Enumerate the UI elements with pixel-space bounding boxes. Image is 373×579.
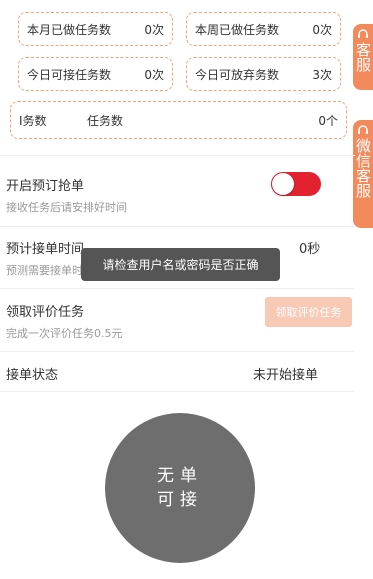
circle-line2: 可接 <box>157 490 203 510</box>
divider <box>0 391 355 392</box>
start-order-button[interactable]: 无单 可接 <box>105 413 255 563</box>
booking-subtitle: 接收任务后请安排好时间 <box>6 201 127 214</box>
error-toast: 请检查用户名或密码是否正确 <box>81 248 280 281</box>
wechat-service-tab[interactable]: 微信客服 <box>353 120 373 228</box>
stat-value: 0次 <box>312 22 332 37</box>
circle-line1: 无单 <box>157 466 203 486</box>
stat-label: 今日可放弃务数 <box>195 67 280 82</box>
stat-wide: I务数 任务数 0个 <box>10 101 347 139</box>
status-label: 接单状态 <box>6 368 59 383</box>
divider <box>0 351 355 352</box>
booking-title: 开启预订抢单 <box>6 179 85 194</box>
divider <box>0 226 355 227</box>
claim-evaluation-button[interactable]: 领取评价任务 <box>265 297 352 327</box>
divider <box>0 155 355 156</box>
stat-month-tasks: 本月已做任务数 0次 <box>18 12 173 46</box>
toggle-knob <box>272 173 294 195</box>
evaluation-title: 领取评价任务 <box>6 305 85 320</box>
headset-icon <box>358 125 368 134</box>
stat-value: 0次 <box>144 67 164 82</box>
stat-value: 0次 <box>144 22 164 37</box>
estimate-title: 预计接单时间 <box>6 242 85 257</box>
stat-label: 本周已做任务数 <box>195 22 280 37</box>
stat-value: 3次 <box>312 67 332 82</box>
estimate-value: 0秒 <box>299 242 321 257</box>
customer-service-tab[interactable]: 客服 <box>353 24 373 90</box>
evaluation-subtitle: 完成一次评价任务0.5元 <box>6 327 123 340</box>
customer-service-label: 客服 <box>354 42 372 72</box>
wechat-service-label: 微信客服 <box>354 138 372 198</box>
stat-week-tasks: 本周已做任务数 0次 <box>186 12 341 46</box>
stat-label: 今日可接任务数 <box>27 67 112 82</box>
stat-label-left: I务数 <box>19 113 47 128</box>
headset-icon <box>358 29 368 38</box>
stat-today-acceptable: 今日可接任务数 0次 <box>18 57 173 91</box>
divider <box>0 288 355 289</box>
stat-value: 0个 <box>318 113 338 128</box>
stat-today-abandonable: 今日可放弃务数 3次 <box>186 57 341 91</box>
stat-label-right: 任务数 <box>87 113 124 128</box>
booking-toggle[interactable] <box>271 172 321 196</box>
stat-label: 本月已做任务数 <box>27 22 112 37</box>
status-value: 未开始接单 <box>253 368 319 383</box>
